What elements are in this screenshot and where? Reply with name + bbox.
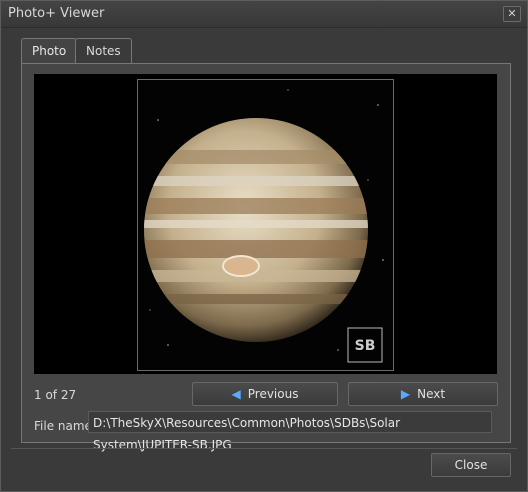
photo-frame: SB — [137, 79, 394, 371]
photo-counter: 1 of 27 — [34, 388, 77, 402]
tab-photo-label: Photo — [32, 44, 67, 58]
photo-panel: SB 1 of 27 ◀ Previous ▶ Next File name: D:… — [21, 63, 511, 452]
next-button[interactable]: ▶ Next — [348, 382, 498, 406]
photo-display-area: SB — [34, 74, 497, 374]
photo-viewer-window: Photo+ Viewer ✕ Photo Notes SB 1 of 27 ◀… — [0, 0, 528, 492]
previous-button-label: Previous — [247, 387, 299, 401]
footer-divider — [11, 448, 517, 449]
jupiter-photo: SB — [138, 80, 393, 370]
title-bar[interactable]: Photo+ Viewer ✕ — [1, 1, 527, 28]
file-name-label: File name: — [34, 419, 96, 433]
window-title: Photo+ Viewer — [8, 6, 105, 21]
previous-button[interactable]: ◀ Previous — [192, 382, 338, 406]
svg-text:SB: SB — [355, 338, 376, 354]
tab-photo[interactable]: Photo — [21, 38, 78, 65]
arrow-left-icon: ◀ — [231, 387, 241, 401]
tab-notes[interactable]: Notes — [75, 38, 132, 63]
arrow-right-icon: ▶ — [400, 387, 411, 401]
close-icon[interactable]: ✕ — [503, 6, 521, 22]
close-button[interactable]: Close — [431, 453, 511, 477]
file-name-field[interactable]: D:\TheSkyX\Resources\Common\Photos\SDBs\… — [88, 411, 492, 452]
tab-notes-label: Notes — [86, 44, 121, 58]
next-button-label: Next — [417, 387, 446, 401]
close-button-label: Close — [454, 458, 488, 472]
